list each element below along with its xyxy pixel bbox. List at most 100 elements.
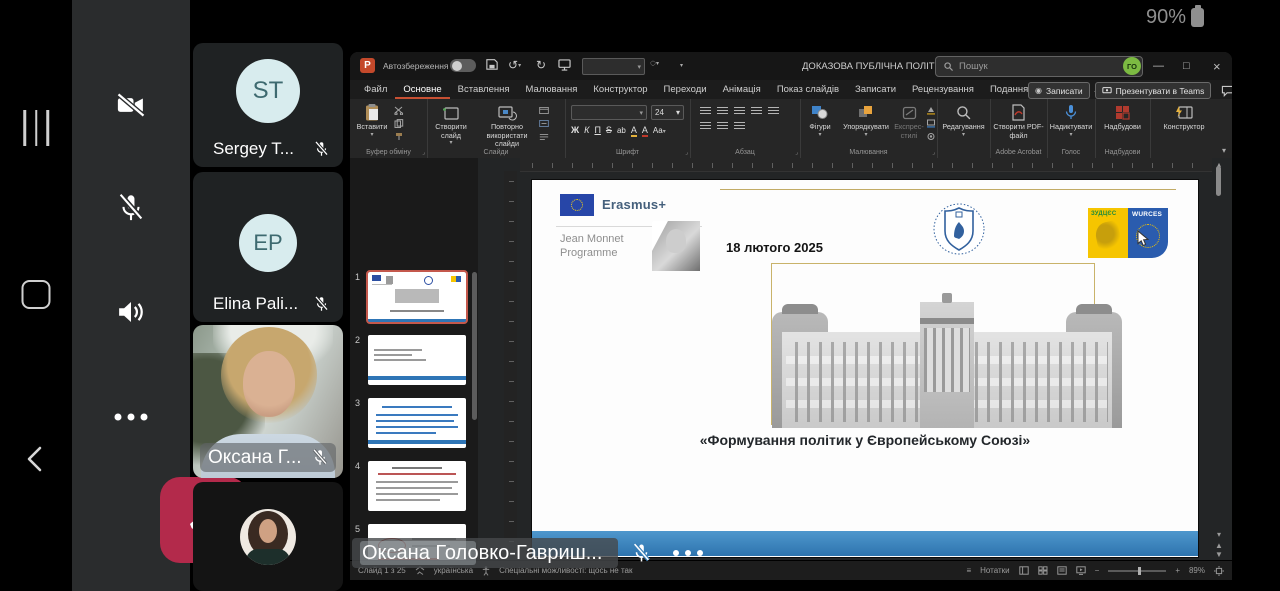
camera-off-button[interactable] <box>116 92 146 118</box>
tab-animations[interactable]: Анімація <box>715 80 769 99</box>
addins-button[interactable]: Надбудови <box>1095 99 1150 132</box>
slide-thumbnail-4[interactable] <box>368 461 466 511</box>
line-spacing-icon[interactable] <box>734 122 745 131</box>
next-slide-button[interactable]: ▼ <box>1212 550 1226 559</box>
present-in-teams-button[interactable]: Презентувати в Teams <box>1095 82 1212 99</box>
zoom-in-button[interactable]: + <box>1175 566 1180 575</box>
back-icon[interactable] <box>23 444 49 474</box>
dialog-launcher-icon[interactable]: ⌟ <box>422 149 425 156</box>
align-right-icon[interactable] <box>717 122 728 131</box>
new-slide-button[interactable]: Створити слайд▾ <box>427 99 475 149</box>
shapes-button[interactable]: Фігури▾ <box>800 99 840 141</box>
maximize-button[interactable]: □ <box>1183 52 1190 80</box>
font-color-button[interactable]: А <box>642 125 648 137</box>
shadow-button[interactable]: ab <box>617 126 626 135</box>
tab-insert[interactable]: Вставлення <box>450 80 518 99</box>
thumbnail-scrollbar[interactable] <box>472 272 477 420</box>
shape-outline-icon[interactable] <box>926 119 936 128</box>
horizontal-ruler[interactable] <box>520 158 1212 172</box>
slide-sorter-icon[interactable] <box>1038 566 1048 575</box>
home-icon[interactable] <box>22 280 51 309</box>
reading-view-icon[interactable] <box>1057 566 1067 575</box>
normal-view-icon[interactable] <box>1019 566 1029 575</box>
record-button[interactable]: ◉Записати <box>1028 82 1090 99</box>
account-avatar[interactable]: ГО <box>1123 57 1141 75</box>
create-pdf-button[interactable]: Створити PDF-файл <box>990 99 1047 140</box>
search-input[interactable]: Пошук <box>935 56 1143 77</box>
font-name-combo[interactable]: ▾ <box>571 105 647 120</box>
dialog-launcher-icon[interactable]: ⌟ <box>932 149 935 156</box>
tab-record[interactable]: Записати <box>847 80 904 99</box>
align-center-icon[interactable] <box>700 122 711 131</box>
highlight-button[interactable]: А <box>631 125 637 137</box>
dictate-button[interactable]: Надиктувати▾ <box>1047 99 1095 139</box>
tab-draw[interactable]: Малювання <box>518 80 586 99</box>
vertical-scrollbar-thumb[interactable] <box>1216 166 1221 196</box>
qat-dropdown[interactable]: ▾ <box>582 58 645 75</box>
slide-thumbnail-1[interactable] <box>368 272 466 322</box>
participant-tile-sergey[interactable]: ST Sergey T... <box>193 43 343 167</box>
collapse-ribbon-chevron[interactable]: ▾ <box>1222 146 1226 155</box>
participant-tile-elina[interactable]: EP Elina Pali... <box>193 172 343 322</box>
start-presentation-button[interactable] <box>558 59 571 71</box>
tab-slideshow[interactable]: Показ слайдів <box>769 80 847 99</box>
comments-icon[interactable] <box>1221 85 1232 97</box>
vertical-ruler[interactable] <box>504 171 517 561</box>
bold-button[interactable]: Ж <box>571 125 579 135</box>
font-size-combo[interactable]: 24▾ <box>651 105 684 120</box>
powerpoint-logo-icon[interactable]: P <box>360 58 375 73</box>
format-painter-icon[interactable] <box>394 132 404 141</box>
tab-design[interactable]: Конструктор <box>585 80 655 99</box>
notes-button[interactable]: Нотатки <box>980 566 1010 575</box>
save-button[interactable] <box>486 58 498 70</box>
slide-canvas[interactable]: Erasmus+ Jean Monnet Programme 18 лютого… <box>532 180 1198 557</box>
shape-effects-icon[interactable] <box>926 132 936 141</box>
participant-tile-photo[interactable] <box>193 482 343 591</box>
zoom-out-button[interactable]: − <box>1095 566 1100 575</box>
shape-fill-icon[interactable] <box>926 106 936 115</box>
arrange-button[interactable]: Упорядкувати▾ <box>840 99 892 141</box>
dialog-launcher-icon[interactable]: ⌟ <box>685 149 688 156</box>
presenter-name-pill[interactable]: Оксана Головко-Гавриш... <box>352 538 618 568</box>
slideshow-icon[interactable] <box>1076 566 1086 575</box>
underline-button[interactable]: П <box>594 125 600 135</box>
italic-button[interactable]: К <box>584 125 589 135</box>
layout-icon[interactable] <box>539 106 549 115</box>
quick-styles-button[interactable]: Експрес-стилі <box>892 99 926 141</box>
editing-button[interactable]: Редагування▾ <box>937 99 990 139</box>
mic-off-button[interactable] <box>117 193 145 223</box>
paste-button[interactable]: Вставити▾ <box>350 99 394 141</box>
copy-icon[interactable] <box>394 119 404 128</box>
indent-increase-icon[interactable] <box>751 107 762 116</box>
participant-tile-oksana-video[interactable]: Оксана Г... <box>193 325 343 478</box>
slide-thumbnail-2[interactable] <box>368 335 466 385</box>
section-icon[interactable] <box>539 132 549 141</box>
indent-decrease-icon[interactable] <box>734 107 745 116</box>
previous-slide-button[interactable]: ▲ <box>1212 541 1226 550</box>
change-case-button[interactable]: Аа▾ <box>653 126 666 135</box>
cut-icon[interactable] <box>394 106 404 115</box>
speaker-button[interactable] <box>116 298 146 326</box>
recents-icon[interactable] <box>23 110 49 146</box>
undo-button[interactable]: ↺▾ <box>508 58 521 72</box>
more-options-button[interactable] <box>115 414 148 421</box>
dialog-launcher-icon[interactable]: ⌟ <box>795 149 798 156</box>
close-button[interactable]: × <box>1213 52 1221 80</box>
bullets-icon[interactable] <box>700 107 711 116</box>
tab-transitions[interactable]: Переходи <box>656 80 715 99</box>
designer-button[interactable]: Конструктор <box>1150 99 1218 132</box>
reset-icon[interactable] <box>539 119 549 128</box>
autosave-toggle[interactable] <box>450 59 476 72</box>
tab-file[interactable]: Файл <box>356 80 395 99</box>
minimize-button[interactable]: — <box>1153 52 1164 80</box>
zoom-slider[interactable] <box>1108 570 1166 572</box>
redo-button[interactable]: ↻ <box>536 58 546 72</box>
presenter-more-button[interactable] <box>673 550 703 556</box>
scroll-down-arrow[interactable]: ▾ <box>1212 530 1226 539</box>
tab-home[interactable]: Основне <box>395 80 449 99</box>
strikethrough-button[interactable]: S <box>606 125 612 135</box>
numbering-icon[interactable] <box>717 107 728 116</box>
qat-overflow-chevron[interactable]: ▾ <box>680 62 683 69</box>
align-left-icon[interactable] <box>768 107 779 116</box>
fit-slide-icon[interactable] <box>1214 566 1224 576</box>
